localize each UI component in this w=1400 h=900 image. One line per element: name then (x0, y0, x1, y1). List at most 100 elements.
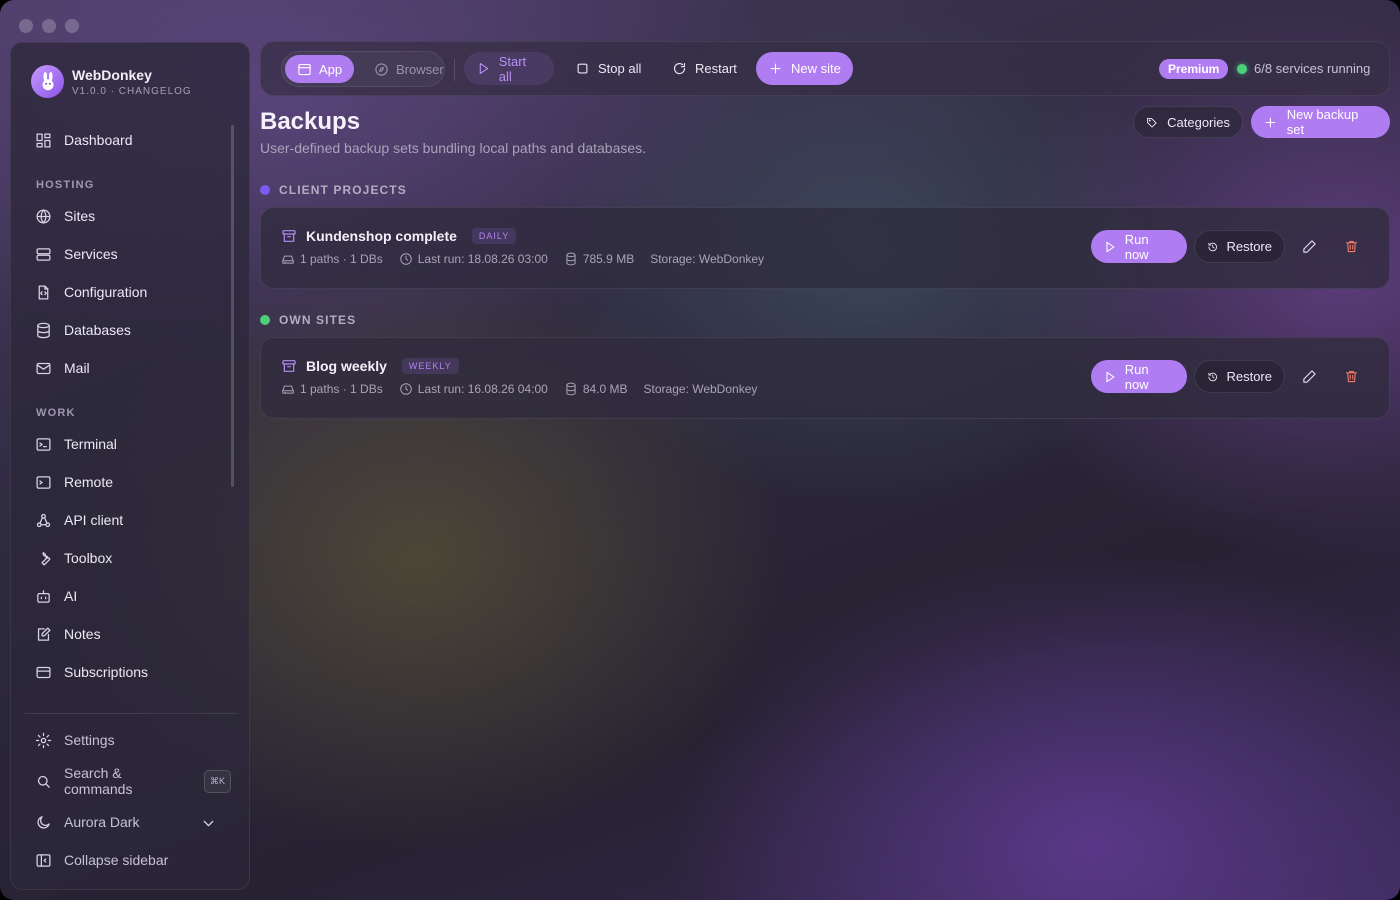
backup-set-card[interactable]: Kundenshop complete DAILY 1 paths · 1 DB… (260, 207, 1390, 289)
brand[interactable]: WebDonkey V1.0.0 · CHANGELOG (31, 65, 192, 98)
new-backup-set-label: New backup set (1286, 107, 1359, 137)
sidebar-item-terminal[interactable]: Terminal (25, 428, 231, 460)
gear-icon (35, 732, 52, 748)
restore-label: Restore (1226, 239, 1272, 254)
page-title: Backups (260, 108, 361, 135)
sidebar-item-api-client[interactable]: API client (25, 504, 231, 536)
collapse-sidebar-button[interactable]: Collapse sidebar (25, 844, 231, 876)
sidebar-item-services[interactable]: Services (25, 238, 231, 270)
delete-button[interactable] (1340, 235, 1362, 257)
play-icon (1106, 371, 1115, 382)
card-icon (36, 666, 51, 678)
top-toolbar: App Browser Start all Stop all Restart N… (260, 41, 1390, 96)
mail-icon (36, 362, 51, 374)
restore-button[interactable]: Restore (1194, 230, 1285, 263)
app-version-changelog[interactable]: V1.0.0 · CHANGELOG (72, 86, 192, 97)
meta-last-run: Last run: 18.08.26 03:00 (399, 252, 548, 266)
restart-icon (673, 62, 686, 75)
mode-app-button[interactable]: App (285, 55, 355, 83)
drive-icon (282, 385, 294, 394)
meta-storage: Storage: WebDonkey (650, 252, 764, 266)
backup-set-card[interactable]: Blog weekly WEEKLY 1 paths · 1 DBs Last … (260, 337, 1390, 419)
storage-target: Storage: WebDonkey (643, 382, 758, 396)
page-subtitle: User-defined backup sets bundling local … (260, 140, 647, 156)
sidebar-item-label: Configuration (64, 284, 148, 300)
new-backup-set-button[interactable]: New backup set (1251, 106, 1390, 138)
toolbar-separator (454, 59, 455, 81)
frequency-badge: WEEKLY (401, 358, 459, 374)
delete-button[interactable] (1340, 365, 1362, 387)
sidebar-item-ai[interactable]: AI (25, 580, 231, 612)
plan-badge: Premium (1159, 59, 1229, 79)
database-icon (566, 252, 576, 266)
close-window-button[interactable] (19, 19, 33, 33)
sidebar-item-databases[interactable]: Databases (25, 314, 231, 346)
meta-size: 84.0 MB (564, 382, 628, 396)
status-indicator-icon (1237, 64, 1247, 74)
categories-button[interactable]: Categories (1133, 106, 1243, 138)
compass-icon (375, 62, 388, 76)
start-all-button[interactable]: Start all (464, 52, 554, 85)
section-work: WORK (36, 407, 76, 419)
run-now-button[interactable]: Run now (1091, 230, 1187, 263)
sidebar-item-label: API client (64, 512, 124, 528)
pencil-icon (1302, 239, 1316, 253)
sidebar-item-label: Search & commands (64, 765, 133, 797)
edit-button[interactable] (1298, 365, 1320, 387)
sidebar-scrollbar[interactable] (231, 125, 234, 487)
archive-icon (282, 360, 296, 372)
app-name: WebDonkey (72, 66, 152, 83)
run-now-label: Run now (1124, 231, 1149, 262)
frequency-badge: DAILY (471, 228, 517, 244)
pencil-icon (1302, 369, 1316, 383)
sidebar-item-label: Terminal (64, 436, 117, 452)
minimize-window-button[interactable] (42, 19, 56, 33)
drive-icon (282, 255, 294, 264)
bot-icon (37, 589, 50, 603)
zoom-window-button[interactable] (65, 19, 79, 33)
backup-size: 84.0 MB (582, 382, 628, 396)
mode-browser-button[interactable]: Browser (362, 55, 456, 83)
brand-logo-icon (31, 65, 64, 98)
database-icon (566, 382, 576, 396)
sidebar-item-toolbox[interactable]: Toolbox (25, 542, 231, 574)
restart-button[interactable]: Restart (660, 52, 749, 85)
dashboard-icon (36, 132, 51, 148)
new-site-button[interactable]: New site (756, 52, 853, 85)
sidebar-item-remote[interactable]: Remote (25, 466, 231, 498)
chevron-down-icon (203, 820, 214, 827)
sidebar-item-label: Notes (64, 626, 101, 642)
start-all-label: Start all (498, 53, 527, 84)
sidebar-item-label: Sites (64, 208, 96, 224)
config-file-icon (38, 284, 49, 300)
sidebar-item-sites[interactable]: Sites (25, 200, 231, 232)
sidebar-item-notes[interactable]: Notes (25, 618, 231, 650)
meta-last-run: Last run: 16.08.26 04:00 (399, 382, 548, 396)
restore-button[interactable]: Restore (1194, 360, 1285, 393)
new-site-label: New site (791, 61, 841, 76)
run-now-button[interactable]: Run now (1091, 360, 1187, 393)
sidebar-item-configuration[interactable]: Configuration (25, 276, 231, 308)
plus-icon (770, 63, 781, 74)
services-status[interactable]: 6/8 services running (1254, 61, 1370, 76)
sidebar-item-mail[interactable]: Mail (25, 352, 231, 384)
notes-icon (37, 626, 51, 641)
wrench-icon (41, 551, 51, 566)
theme-selector[interactable]: Aurora Dark (25, 806, 231, 838)
database-icon (37, 322, 50, 338)
history-icon (1208, 242, 1217, 251)
categories-label: Categories (1167, 114, 1230, 130)
window-controls (19, 19, 79, 33)
edit-button[interactable] (1298, 235, 1320, 257)
plus-icon (1265, 117, 1276, 127)
sidebar-item-settings[interactable]: Settings (25, 724, 231, 756)
shortcut-badge: ⌘K (203, 769, 231, 793)
search-commands-button[interactable]: Search & commands ⌘K (25, 765, 231, 797)
sidebar-item-label: AI (64, 588, 78, 604)
stop-all-button[interactable]: Stop all (563, 52, 653, 85)
section-hosting: HOSTING (36, 179, 95, 191)
sidebar-item-dashboard[interactable]: Dashboard (25, 124, 231, 156)
tag-icon (1147, 117, 1157, 128)
sidebar-item-subscriptions[interactable]: Subscriptions (25, 656, 231, 688)
mode-switch: App Browser (281, 51, 445, 87)
